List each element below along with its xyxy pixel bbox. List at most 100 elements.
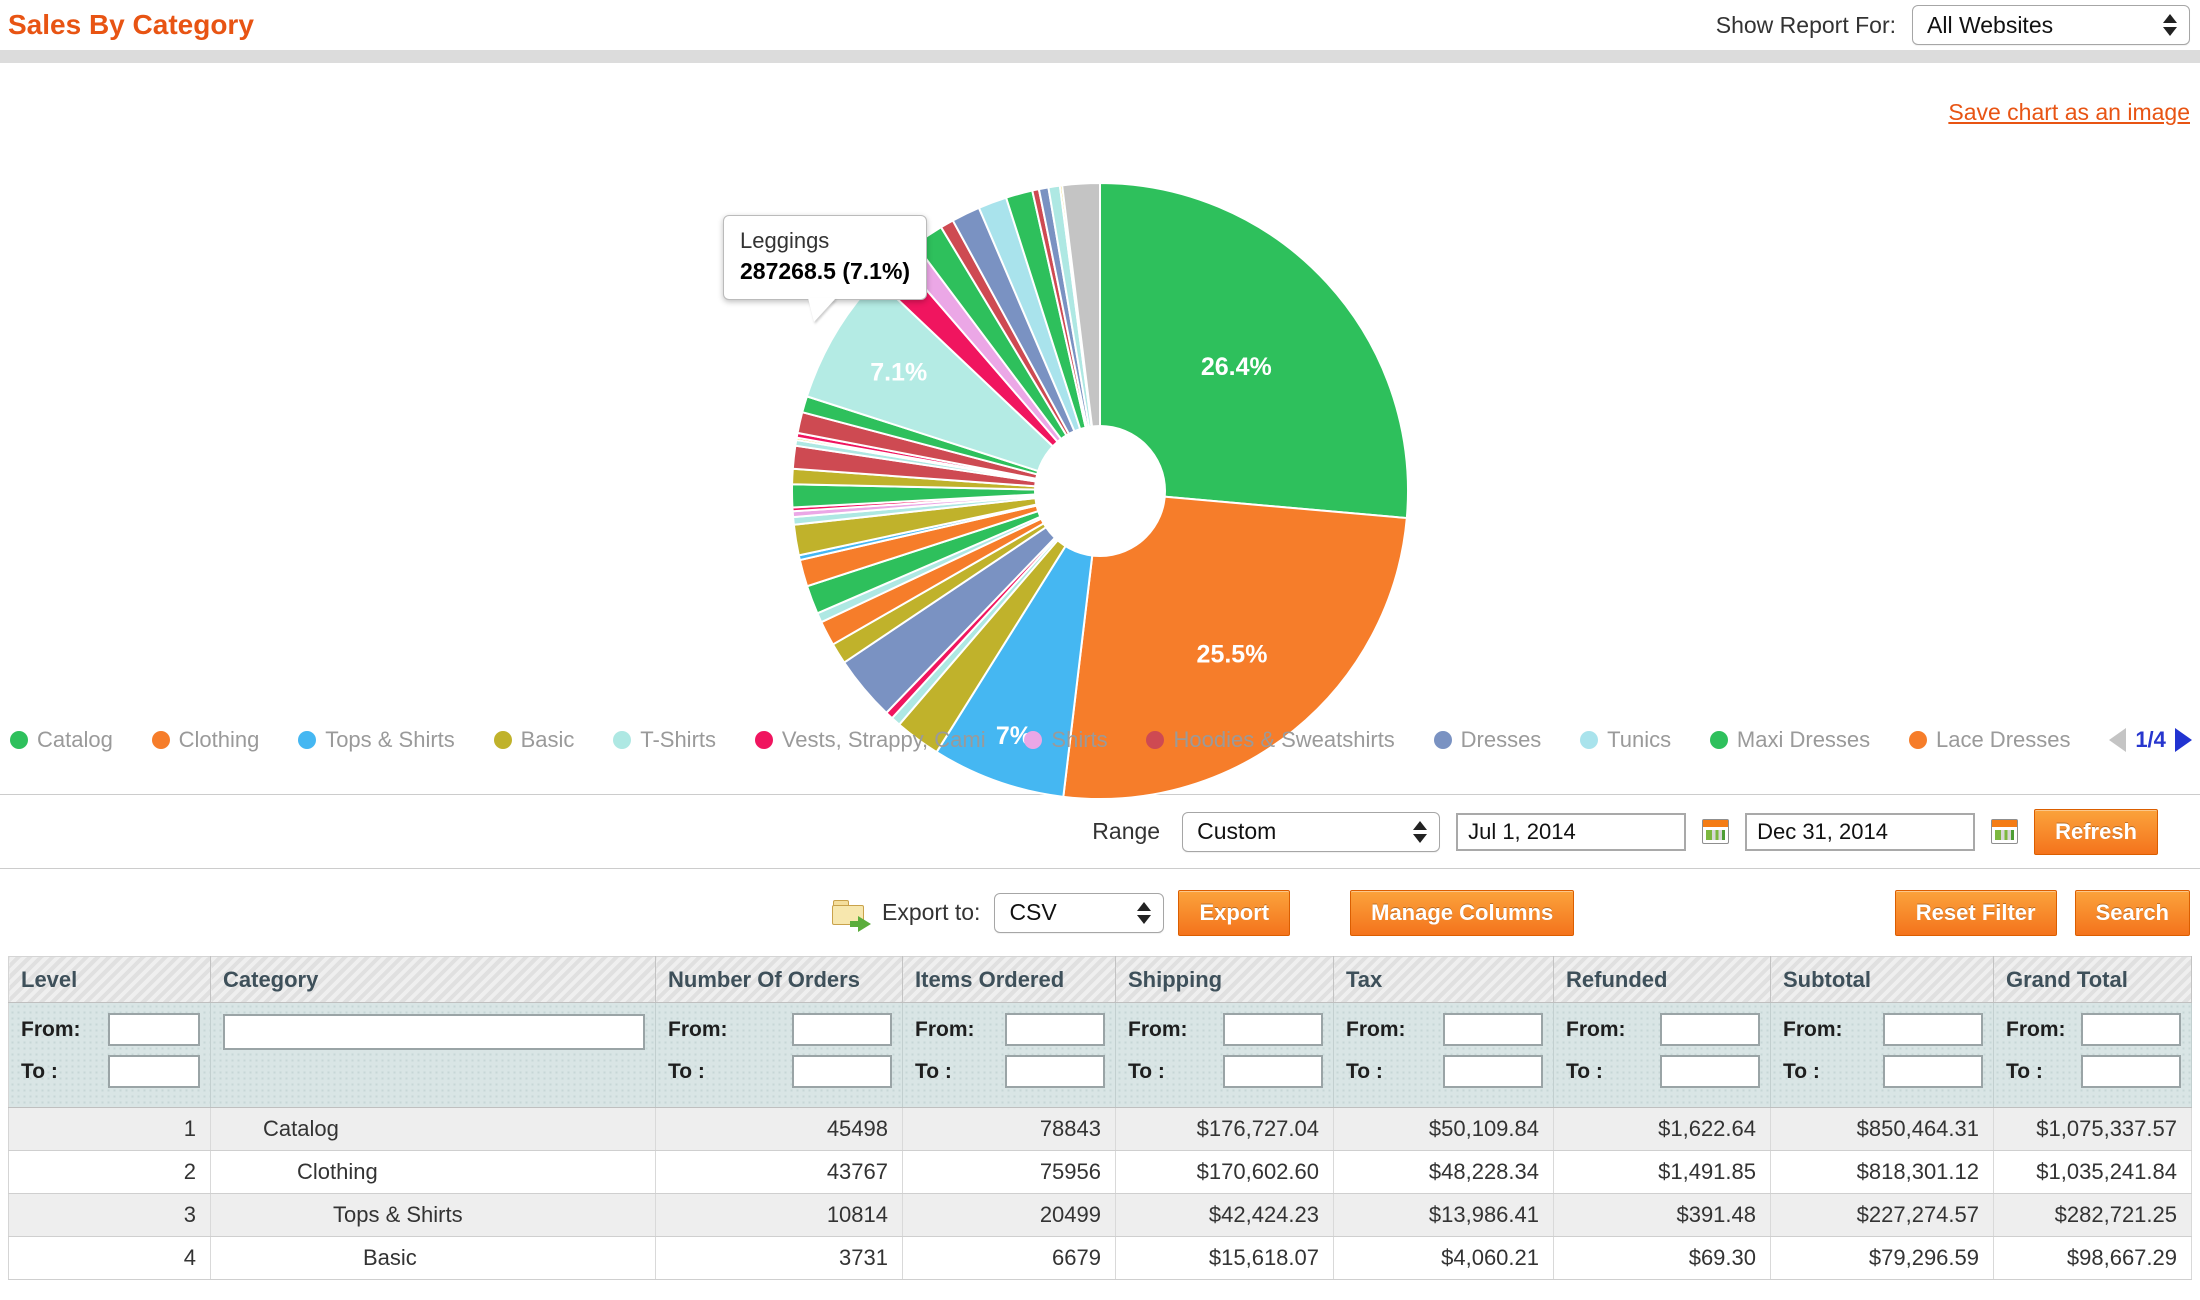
filter-tax-from-input[interactable]	[1443, 1013, 1543, 1046]
filter-items-from-input[interactable]	[1005, 1013, 1105, 1046]
cell-shipping: $42,424.23	[1116, 1194, 1334, 1237]
legend-item: Shirts	[1024, 727, 1107, 753]
table-row: 2 Clothing 43767 75956 $170,602.60 $48,2…	[9, 1151, 2192, 1194]
legend-label: Maxi Dresses	[1737, 727, 1870, 753]
filter-cell-grand-total: From: To :	[1994, 1003, 2192, 1108]
legend-next-icon[interactable]	[2175, 728, 2192, 752]
legend-dot-icon	[1024, 731, 1042, 749]
to-label: To :	[1346, 1060, 1383, 1084]
filter-level-to-input[interactable]	[108, 1055, 200, 1088]
legend-dot-icon	[1710, 731, 1728, 749]
calendar-icon[interactable]	[1702, 819, 1729, 844]
column-header-shipping[interactable]: Shipping	[1116, 957, 1334, 1003]
cell-level: 2	[9, 1151, 211, 1194]
filter-refunded-to-input[interactable]	[1660, 1055, 1760, 1088]
range-label: Range	[1092, 818, 1160, 845]
filter-shipping-to-input[interactable]	[1223, 1055, 1323, 1088]
legend-dot-icon	[613, 731, 631, 749]
cell-tax: $48,228.34	[1334, 1151, 1554, 1194]
cell-category: Basic	[211, 1237, 656, 1280]
svg-text:26.4%: 26.4%	[1201, 353, 1272, 381]
calendar-icon[interactable]	[1991, 819, 2018, 844]
from-label: From:	[1128, 1018, 1188, 1042]
save-chart-link[interactable]: Save chart as an image	[1948, 99, 2190, 126]
column-header-level[interactable]: Level	[9, 957, 211, 1003]
filter-orders-to-input[interactable]	[792, 1055, 892, 1088]
filter-category-input[interactable]	[223, 1014, 645, 1050]
from-label: From:	[21, 1018, 81, 1042]
to-label: To :	[1566, 1060, 1603, 1084]
column-header-subtotal[interactable]: Subtotal	[1771, 957, 1994, 1003]
search-button[interactable]: Search	[2075, 890, 2190, 936]
legend-dot-icon	[1909, 731, 1927, 749]
column-header-items[interactable]: Items Ordered	[903, 957, 1116, 1003]
cell-shipping: $15,618.07	[1116, 1237, 1334, 1280]
legend-item: Dresses	[1434, 727, 1542, 753]
legend-label: Hoodies & Sweatshirts	[1173, 727, 1394, 753]
table-row: 4 Basic 3731 6679 $15,618.07 $4,060.21 $…	[9, 1237, 2192, 1280]
select-arrows-icon	[1137, 902, 1151, 924]
export-format-select[interactable]: CSV	[994, 893, 1164, 933]
cell-grand-total: $98,667.29	[1994, 1237, 2192, 1280]
cell-refunded: $69.30	[1554, 1237, 1771, 1280]
column-header-orders[interactable]: Number Of Orders	[656, 957, 903, 1003]
filter-shipping-from-input[interactable]	[1223, 1013, 1323, 1046]
legend-label: Shirts	[1051, 727, 1107, 753]
refresh-button[interactable]: Refresh	[2034, 809, 2158, 855]
to-label: To :	[1128, 1060, 1165, 1084]
filter-level-from-input[interactable]	[108, 1013, 200, 1046]
filter-subtotal-to-input[interactable]	[1883, 1055, 1983, 1088]
chart-area: Save chart as an image 26.4%25.5%7%7.1% …	[0, 63, 2200, 794]
column-header-tax[interactable]: Tax	[1334, 957, 1554, 1003]
from-label: From:	[1783, 1018, 1843, 1042]
filter-items-to-input[interactable]	[1005, 1055, 1105, 1088]
legend-prev-icon[interactable]	[2109, 728, 2126, 752]
column-header-grand-total[interactable]: Grand Total	[1994, 957, 2192, 1003]
manage-columns-button[interactable]: Manage Columns	[1350, 890, 1574, 936]
cell-shipping: $170,602.60	[1116, 1151, 1334, 1194]
filter-refunded-from-input[interactable]	[1660, 1013, 1760, 1046]
divider-band	[0, 50, 2200, 63]
legend-label: Lace Dresses	[1936, 727, 2071, 753]
chart-tooltip: Leggings 287268.5 (7.1%)	[723, 215, 927, 300]
date-from-input[interactable]	[1456, 813, 1686, 851]
grid-filter-row: From: To : From: To : From: To : From: T…	[9, 1003, 2192, 1108]
legend-label: T-Shirts	[640, 727, 716, 753]
column-header-category[interactable]: Category	[211, 957, 656, 1003]
date-to-input[interactable]	[1745, 813, 1975, 851]
page-title: Sales By Category	[8, 9, 254, 41]
show-report-for-label: Show Report For:	[1716, 12, 1896, 39]
legend-dot-icon	[1580, 731, 1598, 749]
cell-orders: 45498	[656, 1108, 903, 1151]
legend-item: Clothing	[152, 727, 260, 753]
legend-item: Tunics	[1580, 727, 1671, 753]
from-label: From:	[915, 1018, 975, 1042]
cell-tax: $4,060.21	[1334, 1237, 1554, 1280]
website-selector[interactable]: All Websites	[1912, 5, 2190, 45]
range-type-select[interactable]: Custom	[1182, 812, 1440, 852]
filter-tax-to-input[interactable]	[1443, 1055, 1543, 1088]
cell-items: 78843	[903, 1108, 1116, 1151]
filter-orders-from-input[interactable]	[792, 1013, 892, 1046]
export-button[interactable]: Export	[1178, 890, 1290, 936]
export-to-label: Export to:	[882, 899, 980, 926]
reset-filter-button[interactable]: Reset Filter	[1895, 890, 2057, 936]
cell-orders: 10814	[656, 1194, 903, 1237]
filter-subtotal-from-input[interactable]	[1883, 1013, 1983, 1046]
legend-dot-icon	[1146, 731, 1164, 749]
cell-grand-total: $1,035,241.84	[1994, 1151, 2192, 1194]
top-bar: Sales By Category Show Report For: All W…	[0, 0, 2200, 50]
report-grid: Level Category Number Of Orders Items Or…	[8, 956, 2192, 1280]
filter-grand-total-to-input[interactable]	[2081, 1055, 2181, 1088]
legend-dot-icon	[494, 731, 512, 749]
legend-item: Maxi Dresses	[1710, 727, 1870, 753]
legend-dot-icon	[1434, 731, 1452, 749]
legend-label: Tops & Shirts	[325, 727, 455, 753]
filter-grand-total-from-input[interactable]	[2081, 1013, 2181, 1046]
filter-cell-refunded: From: To :	[1554, 1003, 1771, 1108]
column-header-refunded[interactable]: Refunded	[1554, 957, 1771, 1003]
to-label: To :	[2006, 1060, 2043, 1084]
filter-cell-shipping: From: To :	[1116, 1003, 1334, 1108]
cell-refunded: $391.48	[1554, 1194, 1771, 1237]
legend-label: Catalog	[37, 727, 113, 753]
